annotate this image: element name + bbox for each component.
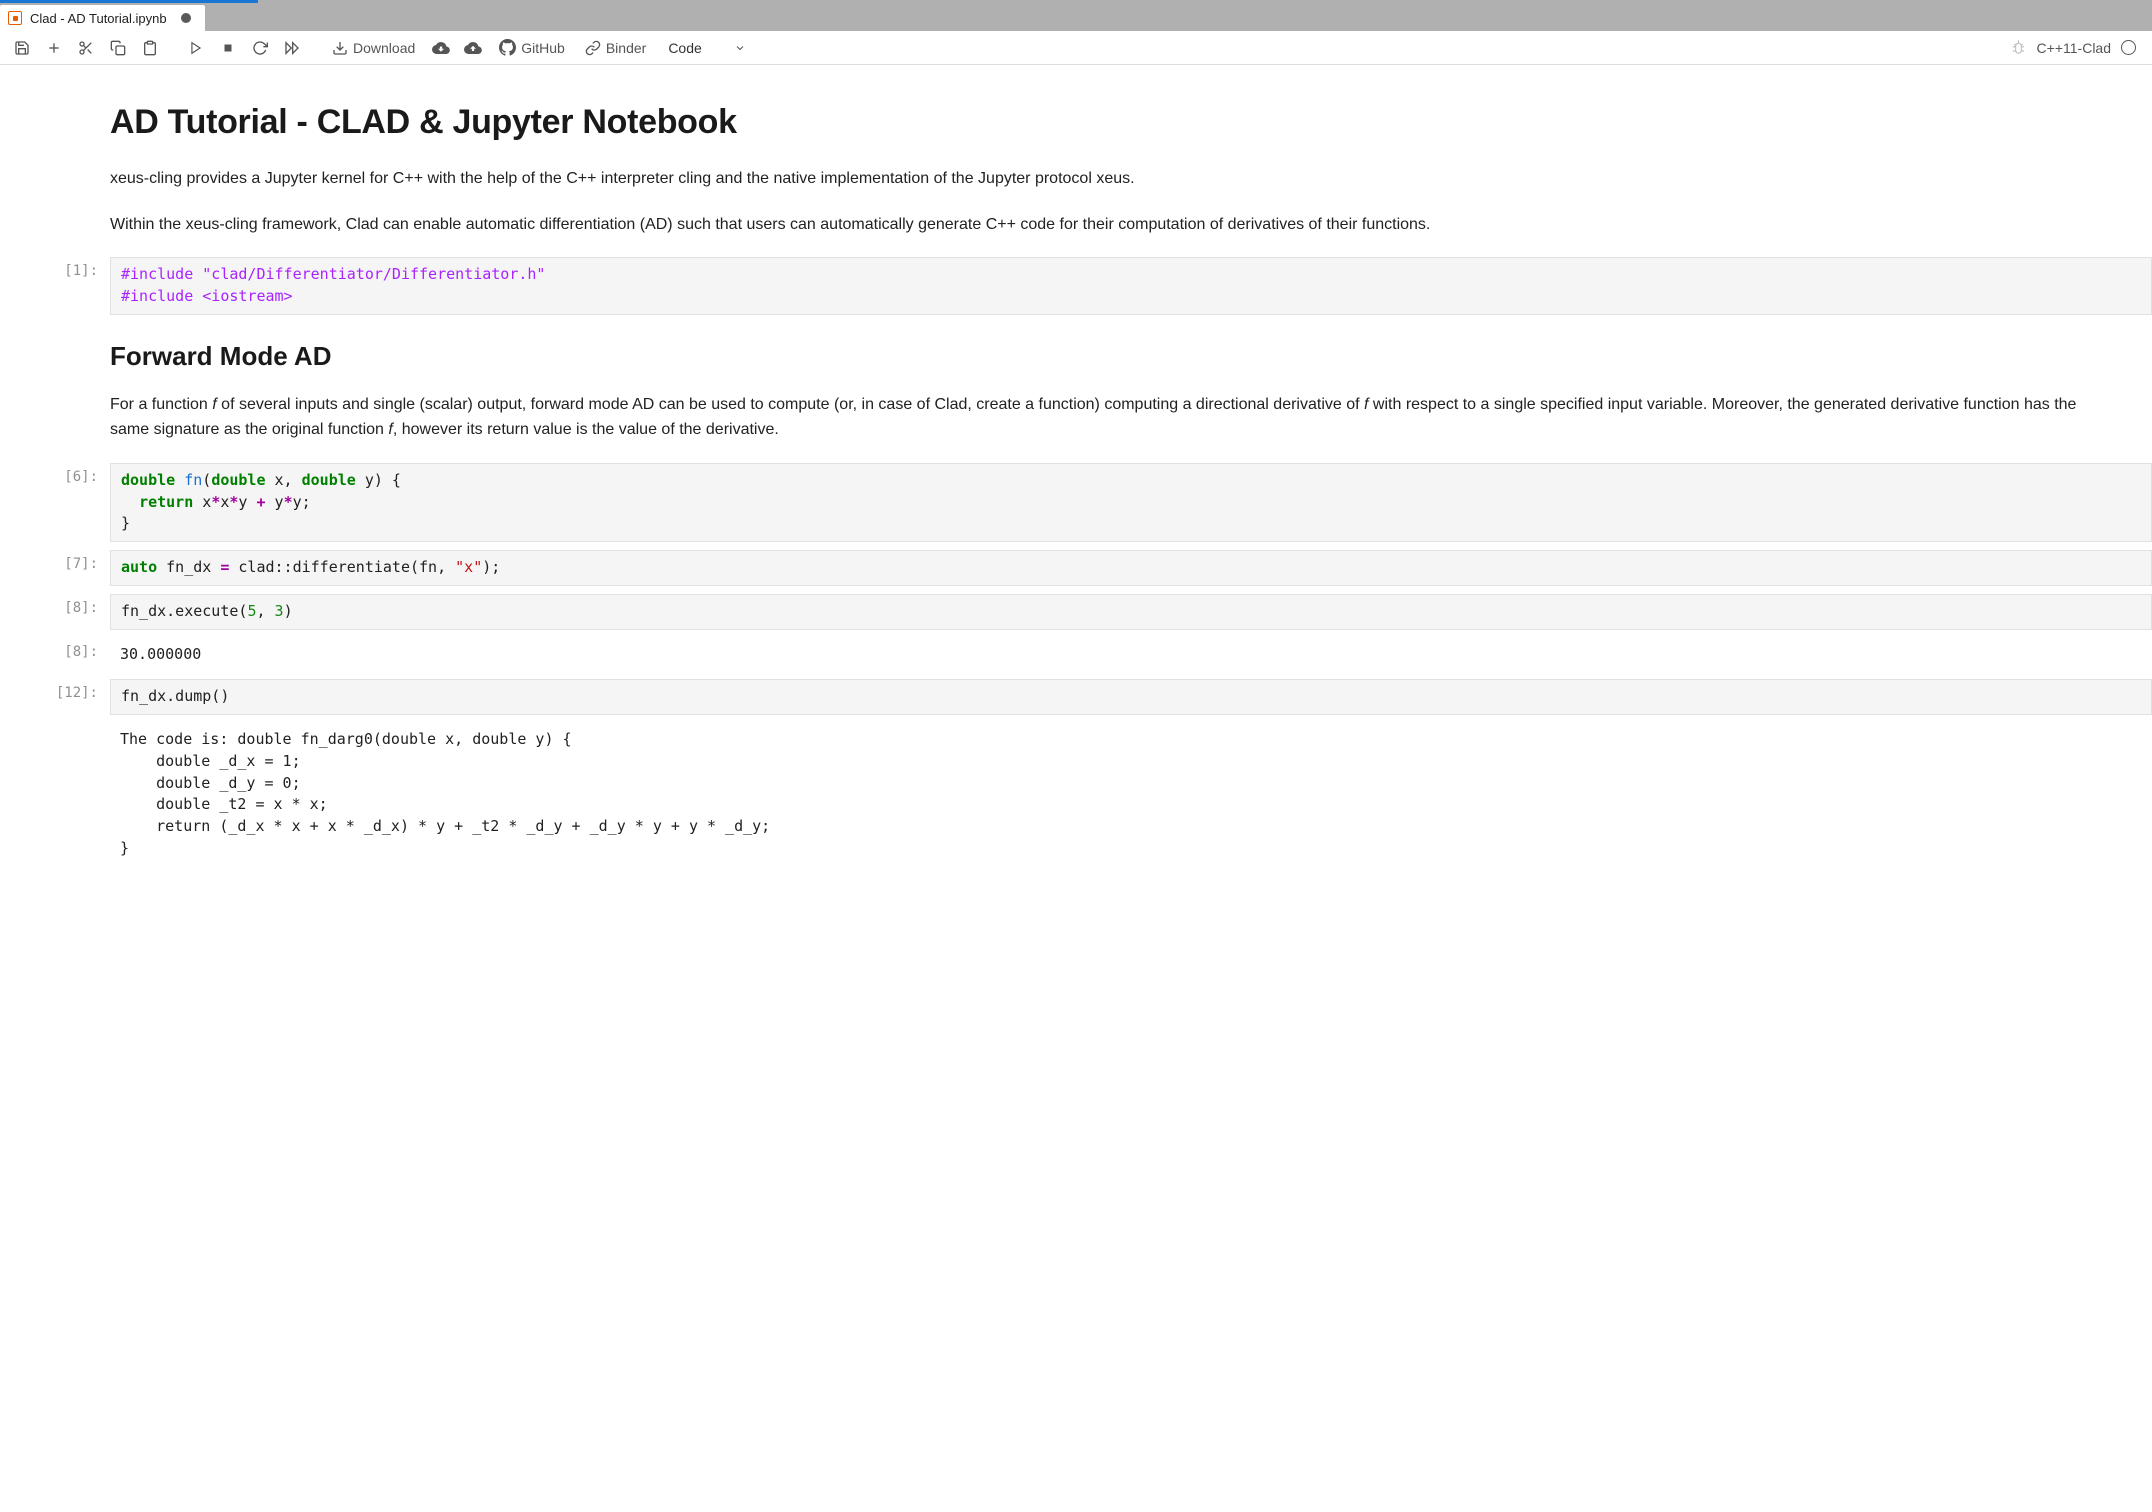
github-label: GitHub xyxy=(521,40,565,56)
cloud-upload-button[interactable] xyxy=(459,34,487,62)
run-button[interactable] xyxy=(182,34,210,62)
kernel-status-icon[interactable] xyxy=(2121,40,2136,55)
section-p: For a function f of several inputs and s… xyxy=(110,392,2112,443)
code-cell[interactable]: fn_dx.execute(5, 3) xyxy=(110,594,2152,630)
tab-title: Clad - AD Tutorial.ipynb xyxy=(30,11,167,26)
code-cell[interactable]: #include "clad/Differentiator/Differenti… xyxy=(110,257,2152,315)
paste-button[interactable] xyxy=(136,34,164,62)
output-prompt xyxy=(0,723,110,866)
add-cell-button[interactable] xyxy=(40,34,68,62)
cell-prompt: [7]: xyxy=(0,550,110,586)
notebook-tab[interactable]: Clad - AD Tutorial.ipynb xyxy=(0,5,205,31)
cell-output: 30.000000 xyxy=(110,638,2152,672)
cell-prompt: [8]: xyxy=(0,594,110,630)
restart-button[interactable] xyxy=(246,34,274,62)
unsaved-dot-icon xyxy=(181,13,191,23)
tab-bar: Clad - AD Tutorial.ipynb xyxy=(0,3,2152,31)
celltype-value: Code xyxy=(668,40,701,56)
code-cell[interactable]: auto fn_dx = clad::differentiate(fn, "x"… xyxy=(110,550,2152,586)
cell-prompt: [1]: xyxy=(0,257,110,315)
cut-button[interactable] xyxy=(72,34,100,62)
notebook-icon xyxy=(8,11,22,25)
celltype-select[interactable]: Code xyxy=(658,34,755,62)
code-cell[interactable]: fn_dx.dump() xyxy=(110,679,2152,715)
page-title: AD Tutorial - CLAD & Jupyter Notebook xyxy=(110,103,2112,142)
copy-button[interactable] xyxy=(104,34,132,62)
run-all-button[interactable] xyxy=(278,34,306,62)
code-cell[interactable]: double fn(double x, double y) { return x… xyxy=(110,463,2152,542)
cloud-download-button[interactable] xyxy=(427,34,455,62)
intro-p1: xeus-cling provides a Jupyter kernel for… xyxy=(110,166,2112,192)
binder-button[interactable]: Binder xyxy=(577,34,654,62)
toolbar: Download GitHub Binder Code C++11-Clad xyxy=(0,31,2152,65)
output-prompt: [8]: xyxy=(0,638,110,672)
activity-indicator xyxy=(0,0,2152,3)
save-button[interactable] xyxy=(8,34,36,62)
download-label: Download xyxy=(353,40,415,56)
notebook-area[interactable]: AD Tutorial - CLAD & Jupyter Notebook xe… xyxy=(0,65,2152,904)
section-heading: Forward Mode AD xyxy=(110,341,2112,372)
intro-p2: Within the xeus-cling framework, Clad ca… xyxy=(110,212,2112,238)
download-button[interactable]: Download xyxy=(324,34,423,62)
bug-icon[interactable] xyxy=(2010,39,2027,56)
stop-button[interactable] xyxy=(214,34,242,62)
github-button[interactable]: GitHub xyxy=(491,34,573,62)
kernel-name[interactable]: C++11-Clad xyxy=(2037,40,2111,56)
cell-prompt: [6]: xyxy=(0,463,110,542)
cell-output: The code is: double fn_darg0(double x, d… xyxy=(110,723,2152,866)
cell-prompt: [12]: xyxy=(0,679,110,715)
binder-label: Binder xyxy=(606,40,646,56)
chevron-down-icon xyxy=(734,42,746,54)
